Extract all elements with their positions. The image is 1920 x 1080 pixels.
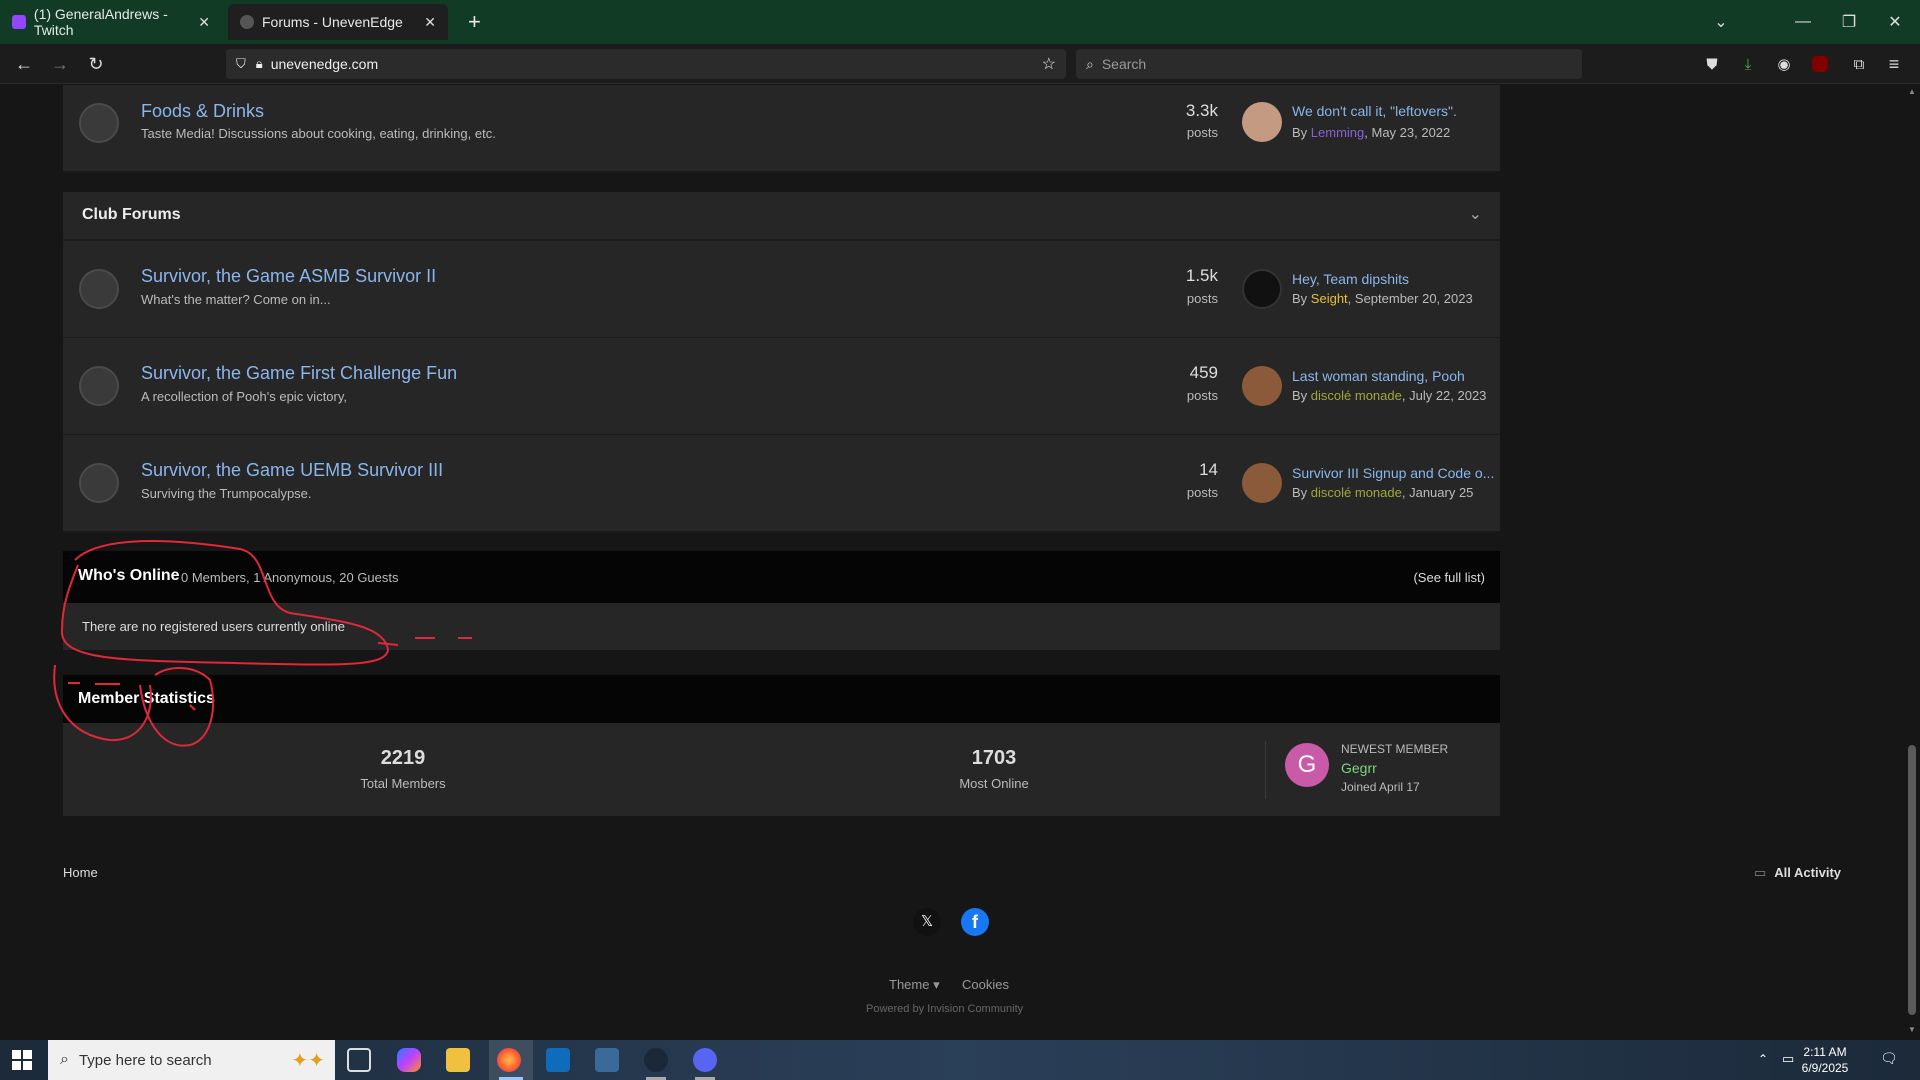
pocket-icon[interactable]: ⛊ [1698, 50, 1726, 78]
calculator-icon[interactable] [595, 1048, 619, 1072]
twitch-icon [12, 15, 26, 29]
page-content: Foods & Drinks Taste Media! Discussions … [0, 85, 1904, 1040]
close-tab-icon[interactable]: ✕ [424, 14, 436, 31]
url-bar[interactable]: ⛉ 🔒︎ unevenedge.com ☆ [226, 49, 1066, 79]
search-icon: ⌕ [1086, 55, 1094, 72]
forward-icon[interactable]: → [46, 50, 74, 78]
annotation-dash [377, 642, 399, 646]
taskbar-search-input[interactable]: ⌕ Type here to search ✦✦ [48, 1040, 335, 1080]
tray-chevron-up-icon[interactable]: ⌃ [1758, 1052, 1768, 1066]
taskbar-search-placeholder: Type here to search [78, 1051, 212, 1069]
tab-forums[interactable]: Forums - UnevenEdge ✕ [228, 4, 448, 40]
reload-icon[interactable]: ↻ [82, 50, 110, 78]
tab-twitch[interactable]: (1) GeneralAndrews - Twitch ✕ [0, 4, 222, 40]
url-text[interactable]: unevenedge.com [271, 56, 378, 72]
bookmark-star-icon[interactable]: ☆ [1042, 54, 1056, 74]
task-view-icon[interactable] [347, 1048, 371, 1072]
account-icon[interactable]: ◉ [1770, 50, 1798, 78]
extensions-icon[interactable]: ⧉ [1845, 50, 1873, 78]
browser-search-input[interactable]: ⌕ Search [1076, 49, 1582, 79]
back-icon[interactable]: ← [10, 50, 38, 78]
page-scrollbar[interactable]: ▲ ▼ [1904, 85, 1920, 1040]
scroll-thumb[interactable] [1908, 745, 1916, 1015]
lock-icon[interactable]: 🔒︎ [256, 56, 263, 72]
file-explorer-icon[interactable] [446, 1048, 470, 1072]
clock-time: 2:11 AM [1803, 1045, 1847, 1059]
copilot-sparkle-icon: ✦✦ [291, 1049, 325, 1072]
copilot-icon[interactable] [397, 1048, 421, 1072]
browser-tab-bar: (1) GeneralAndrews - Twitch ✕ Forums - U… [0, 0, 1920, 44]
tab-list-icon[interactable]: ⌄ [1698, 0, 1744, 44]
outlook-icon[interactable] [546, 1048, 570, 1072]
red-annotation-scribbles [53, 540, 472, 747]
restore-icon[interactable]: ❐ [1826, 0, 1872, 44]
close-tab-icon[interactable]: ✕ [198, 14, 210, 31]
notifications-icon[interactable]: 🗨︎ [1880, 1050, 1898, 1067]
windows-start-icon[interactable] [12, 1050, 32, 1070]
search-icon: ⌕ [60, 1051, 69, 1068]
discord-icon[interactable] [693, 1048, 717, 1072]
clock-date: 6/9/2025 [1801, 1061, 1849, 1075]
close-window-icon[interactable]: ✕ [1872, 0, 1918, 44]
shield-icon[interactable]: ⛉ [236, 56, 246, 72]
tab-title: Forums - UnevenEdge [262, 14, 403, 30]
site-favicon-icon [240, 15, 254, 29]
annotation-dash [68, 682, 120, 685]
steam-icon[interactable] [644, 1048, 668, 1072]
search-placeholder: Search [1101, 56, 1147, 72]
browser-nav-bar: ← → ↻ ⛉ 🔒︎ unevenedge.com ☆ ⌕ Search ⛊ ⤓… [0, 44, 1920, 84]
taskbar-clock[interactable]: 2:11 AM 6/9/2025 [1790, 1044, 1860, 1076]
annotation-circle-online [60, 540, 390, 666]
menu-icon[interactable]: ≡ [1880, 50, 1908, 78]
annotation-tick [189, 704, 196, 711]
annotation-loop-left [53, 664, 152, 742]
windows-taskbar: ⌕ Type here to search ✦✦ ⌃ ▭ 2:11 AM 6/9… [0, 1040, 1920, 1080]
scroll-down-icon[interactable]: ▼ [1908, 1025, 1916, 1034]
scroll-up-icon[interactable]: ▲ [1908, 87, 1916, 96]
new-tab-button[interactable]: + [456, 4, 486, 40]
firefox-icon[interactable] [497, 1048, 521, 1072]
minimize-icon[interactable]: — [1780, 0, 1826, 44]
ublock-icon[interactable] [1806, 50, 1834, 78]
downloads-icon[interactable]: ⤓ [1734, 50, 1762, 78]
tab-title: (1) GeneralAndrews - Twitch [33, 6, 168, 38]
